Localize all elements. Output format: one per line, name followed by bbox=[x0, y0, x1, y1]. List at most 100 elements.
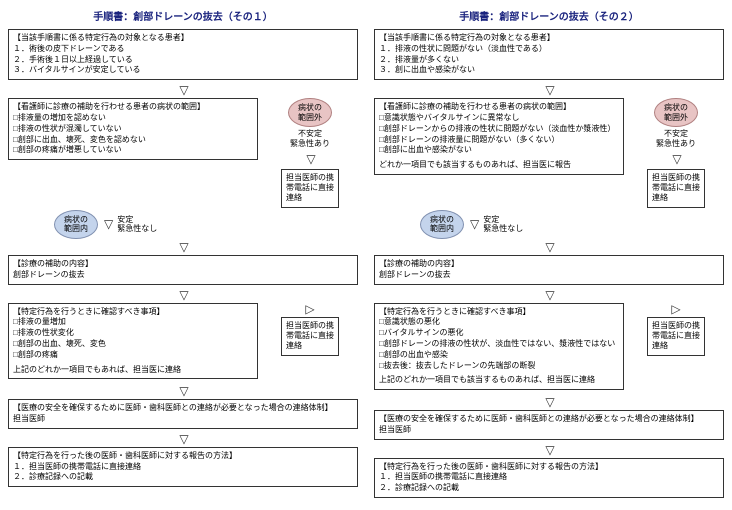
line: □創部の出血や感染 bbox=[379, 350, 619, 361]
arrow-down-icon: ▽ bbox=[374, 396, 724, 408]
line: ３．バイタルサインが安定している bbox=[13, 65, 353, 76]
hd: 【看護師に診療の補助を行わせる患者の病状の範囲】 bbox=[379, 102, 619, 113]
line: □創部の出血、壊死、変色 bbox=[13, 339, 253, 350]
box-assist-content: 【診療の補助の内容】 創部ドレーンの抜去 bbox=[8, 255, 358, 285]
line: □排液の性状変化 bbox=[13, 328, 253, 339]
line: □排液量の増加を認めない bbox=[13, 113, 253, 124]
box-check-items: 【特定行為を行うときに確認すべき事項】 □意識状態の悪化 □バイタルサインの悪化… bbox=[374, 303, 624, 391]
arrow-down-icon: ▽ bbox=[374, 84, 724, 96]
line: １．排液の性状に問題がない（淡血性である） bbox=[379, 44, 719, 55]
box-condition-range: 【看護師に診療の補助を行わせる患者の病状の範囲】 □意識状態やバイタルサインに異… bbox=[374, 98, 624, 175]
hd: 【診療の補助の内容】 bbox=[13, 259, 353, 270]
line: ３．創に出血や感染がない bbox=[379, 65, 719, 76]
hd: 【特定行為を行った後の医師・歯科医師に対する報告の方法】 bbox=[13, 451, 353, 462]
label-unstable: 不安定緊急性あり bbox=[656, 129, 696, 148]
line: 担当医師 bbox=[379, 425, 719, 436]
flow-left: 手順書：創部ドレーンの抜去（その１） 【当該手順書に係る特定行為の対象となる患者… bbox=[8, 8, 358, 502]
box-check-items: 【特定行為を行うときに確認すべき事項】 □排液の量増加 □排液の性状変化 □創部… bbox=[8, 303, 258, 380]
oval-in-range: 病状の範囲内 bbox=[54, 210, 98, 239]
row-condition: 【看護師に診療の補助を行わせる患者の病状の範囲】 □意識状態やバイタルサインに異… bbox=[374, 98, 724, 208]
label-stable: 安定緊急性なし bbox=[483, 215, 523, 234]
arrow-down-icon: ▽ bbox=[8, 241, 358, 253]
arrow-down-icon: ▽ bbox=[306, 153, 313, 165]
line: ２．排液量が多くない bbox=[379, 55, 719, 66]
box-condition-range: 【看護師に診療の補助を行わせる患者の病状の範囲】 □排液量の増加を認めない □排… bbox=[8, 98, 258, 160]
line: 創部ドレーンの抜去 bbox=[379, 270, 719, 281]
arrow-down-icon: ▽ bbox=[374, 241, 724, 253]
line: □創部の疼痛 bbox=[13, 350, 253, 361]
arrow-down-icon: ▽ bbox=[104, 218, 111, 230]
oval-out-of-range: 病状の範囲外 bbox=[288, 98, 332, 127]
arrow-right-icon: ▷ bbox=[671, 303, 680, 315]
hd: 【医療の安全を確保するために医師・歯科医師との連絡が必要となった場合の連絡体制】 bbox=[13, 403, 353, 414]
arrow-down-icon: ▽ bbox=[374, 444, 724, 456]
line: □バイタルサインの悪化 bbox=[379, 328, 619, 339]
line: □創部ドレーンからの排液の性状に問題がない（淡血性か漿液性） bbox=[379, 124, 619, 135]
row-check-items: 【特定行為を行うときに確認すべき事項】 □意識状態の悪化 □バイタルサインの悪化… bbox=[374, 303, 724, 395]
line: 上記のどれか一項目でも該当するものあれば、担当医に連絡 bbox=[379, 375, 619, 386]
line: □創部ドレーンの排液の性状が、淡血性ではない、漿液性ではない bbox=[379, 339, 619, 350]
box-contact-doctor: 担当医師の携帯電話に直接連絡 bbox=[647, 317, 705, 356]
line: １．担当医師の携帯電話に直接連絡 bbox=[13, 462, 353, 473]
line: □創部ドレーンの排液量に問題がない（多くない） bbox=[379, 135, 619, 146]
line: １．術後の皮下ドレーンである bbox=[13, 44, 353, 55]
row-in-range: 病状の範囲内 ▽ 安定緊急性なし bbox=[374, 210, 724, 239]
row-in-range: 病状の範囲内 ▽ 安定緊急性なし bbox=[8, 210, 358, 239]
hd: 【特定行為を行うときに確認すべき事項】 bbox=[379, 307, 619, 318]
flow-right: 手順書：創部ドレーンの抜去（その２） 【当該手順書に係る特定行為の対象となる患者… bbox=[374, 8, 724, 502]
box-target-patient: 【当該手順書に係る特定行為の対象となる患者】 １．術後の皮下ドレーンである ２．… bbox=[8, 29, 358, 80]
line: □創部に出血、壊死、変色を認めない bbox=[13, 135, 253, 146]
row-check-items: 【特定行為を行うときに確認すべき事項】 □排液の量増加 □排液の性状変化 □創部… bbox=[8, 303, 358, 384]
line: □排液の性状が混濁していない bbox=[13, 124, 253, 135]
oval-in-range: 病状の範囲内 bbox=[420, 210, 464, 239]
line: 担当医師 bbox=[13, 414, 353, 425]
line: どれか一項目でも該当するものあれば、担当医に報告 bbox=[379, 160, 619, 171]
side-out-of-range: 病状の範囲外 不安定緊急性あり ▽ 担当医師の携帯電話に直接連絡 bbox=[262, 98, 358, 208]
line: ２．診療記録への記載 bbox=[379, 483, 719, 494]
box-assist-content: 【診療の補助の内容】 創部ドレーンの抜去 bbox=[374, 255, 724, 285]
arrow-right-icon: ▷ bbox=[305, 303, 314, 315]
row-condition: 【看護師に診療の補助を行わせる患者の病状の範囲】 □排液量の増加を認めない □排… bbox=[8, 98, 358, 208]
line: ２．手術後１日以上経過している bbox=[13, 55, 353, 66]
line: □排液の量増加 bbox=[13, 317, 253, 328]
arrow-down-icon: ▽ bbox=[672, 153, 679, 165]
line: □創部に出血や感染がない bbox=[379, 145, 619, 156]
hd: 【診療の補助の内容】 bbox=[379, 259, 719, 270]
arrow-down-icon: ▽ bbox=[374, 289, 724, 301]
arrow-down-icon: ▽ bbox=[470, 218, 477, 230]
line: １．担当医師の携帯電話に直接連絡 bbox=[379, 472, 719, 483]
line: □創部の疼痛が増悪していない bbox=[13, 145, 253, 156]
line: □意識状態の悪化 bbox=[379, 317, 619, 328]
side-contact: ▷ 担当医師の携帯電話に直接連絡 bbox=[628, 303, 724, 356]
line: 創部ドレーンの抜去 bbox=[13, 270, 353, 281]
title-left: 手順書：創部ドレーンの抜去（その１） bbox=[8, 8, 358, 23]
arrow-down-icon: ▽ bbox=[8, 84, 358, 96]
box-contact-doctor: 担当医師の携帯電話に直接連絡 bbox=[281, 169, 339, 208]
arrow-down-icon: ▽ bbox=[8, 433, 358, 445]
title-right: 手順書：創部ドレーンの抜去（その２） bbox=[374, 8, 724, 23]
label-unstable: 不安定緊急性あり bbox=[290, 129, 330, 148]
box-target-patient: 【当該手順書に係る特定行為の対象となる患者】 １．排液の性状に問題がない（淡血性… bbox=[374, 29, 724, 80]
line: ２．診療記録への記載 bbox=[13, 472, 353, 483]
oval-out-of-range: 病状の範囲外 bbox=[654, 98, 698, 127]
line: □抜去後：抜去したドレーンの先端部の断裂 bbox=[379, 361, 619, 372]
side-out-of-range: 病状の範囲外 不安定緊急性あり ▽ 担当医師の携帯電話に直接連絡 bbox=[628, 98, 724, 208]
line: 上記のどれか一項目でもあれば、担当医に連絡 bbox=[13, 365, 253, 376]
label-stable: 安定緊急性なし bbox=[117, 215, 157, 234]
box-report-method: 【特定行為を行った後の医師・歯科医師に対する報告の方法】 １．担当医師の携帯電話… bbox=[8, 447, 358, 487]
box-report-method: 【特定行為を行った後の医師・歯科医師に対する報告の方法】 １．担当医師の携帯電話… bbox=[374, 458, 724, 498]
side-contact: ▷ 担当医師の携帯電話に直接連絡 bbox=[262, 303, 358, 356]
arrow-down-icon: ▽ bbox=[8, 385, 358, 397]
hd: 【看護師に診療の補助を行わせる患者の病状の範囲】 bbox=[13, 102, 253, 113]
box-contact-system: 【医療の安全を確保するために医師・歯科医師との連絡が必要となった場合の連絡体制】… bbox=[374, 410, 724, 440]
box-contact-doctor: 担当医師の携帯電話に直接連絡 bbox=[647, 169, 705, 208]
line: □意識状態やバイタルサインに異常なし bbox=[379, 113, 619, 124]
hd: 【当該手順書に係る特定行為の対象となる患者】 bbox=[379, 33, 719, 44]
hd: 【特定行為を行った後の医師・歯科医師に対する報告の方法】 bbox=[379, 462, 719, 473]
box-contact-doctor: 担当医師の携帯電話に直接連絡 bbox=[281, 317, 339, 356]
arrow-down-icon: ▽ bbox=[8, 289, 358, 301]
hd: 【医療の安全を確保するために医師・歯科医師との連絡が必要となった場合の連絡体制】 bbox=[379, 414, 719, 425]
box-contact-system: 【医療の安全を確保するために医師・歯科医師との連絡が必要となった場合の連絡体制】… bbox=[8, 399, 358, 429]
page: 手順書：創部ドレーンの抜去（その１） 【当該手順書に係る特定行為の対象となる患者… bbox=[8, 8, 724, 502]
hd: 【当該手順書に係る特定行為の対象となる患者】 bbox=[13, 33, 353, 44]
